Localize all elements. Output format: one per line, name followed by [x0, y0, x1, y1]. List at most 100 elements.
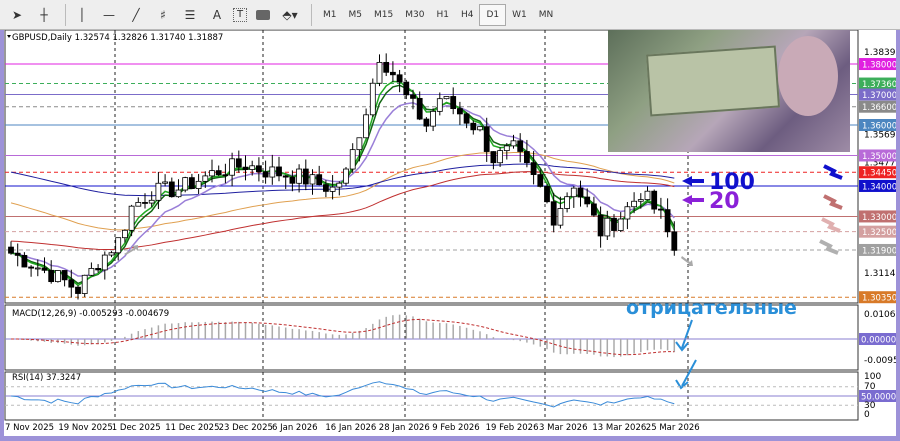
macd-header: MACD(12,26,9) -0.005293 -0.004679 — [12, 309, 169, 319]
time-axis-label: 6 Jan 2026 — [272, 423, 318, 433]
timeframe-h4[interactable]: H4 — [455, 4, 480, 26]
bear-candle — [242, 166, 249, 170]
bull-candle — [497, 150, 504, 164]
bull-candle — [604, 217, 611, 237]
fibo-icon[interactable]: ♯ — [152, 3, 174, 27]
arrow-left-icon — [682, 176, 704, 186]
bull-candle — [376, 61, 383, 84]
bear-candle — [658, 208, 664, 211]
bull-candle — [269, 166, 276, 178]
bear-candle — [289, 176, 296, 184]
bear-candle — [544, 186, 550, 203]
time-axis-label: 13 Mar 2026 — [592, 423, 646, 433]
price-axis-label: 1.31145 — [864, 269, 896, 279]
bull-candle — [128, 205, 135, 231]
rectangle-icon[interactable] — [252, 3, 274, 27]
arrow-right-icon — [823, 194, 843, 210]
bull-candle — [209, 170, 215, 177]
bear-candle — [222, 174, 229, 177]
time-axis-label: 19 Nov 2025 — [58, 423, 112, 433]
bear-candle — [8, 246, 14, 254]
bear-candle — [597, 214, 604, 237]
bull-candle — [108, 252, 115, 256]
price-level-tag-text: 1.35000 — [862, 152, 896, 162]
bear-candle — [671, 231, 678, 251]
bear-candle — [383, 61, 390, 73]
timeframe-h1[interactable]: H1 — [430, 4, 455, 26]
bear-candle — [524, 151, 530, 164]
text-label-icon[interactable]: T — [233, 7, 247, 22]
bull-candle — [570, 187, 577, 198]
timeframe-m5[interactable]: M5 — [343, 4, 369, 26]
bear-candle — [28, 266, 35, 269]
arrow-down-icon — [675, 319, 693, 352]
bear-candle — [490, 151, 497, 164]
bear-candle — [550, 201, 557, 226]
time-axis-label: 28 Jan 2026 — [379, 423, 430, 433]
bull-candle — [101, 254, 108, 271]
bull-candle — [349, 149, 356, 170]
time-axis-label: 9 Feb 2026 — [432, 423, 480, 433]
bear-candle — [316, 174, 323, 186]
rsi-header: RSI(14) 37.3247 — [12, 373, 81, 383]
time-axis-label: 25 Mar 2026 — [646, 423, 700, 433]
shapes-icon[interactable]: ⬘▾ — [279, 3, 301, 27]
price-level-tag-text: 1.37000 — [862, 91, 896, 101]
bear-candle — [530, 162, 537, 175]
bull-candle — [631, 200, 637, 208]
cursor-icon[interactable]: ➤ — [6, 3, 28, 27]
price-level-tag-text: 1.31900 — [862, 246, 896, 256]
bull-candle — [175, 189, 182, 198]
bear-candle — [255, 165, 262, 173]
bull-candle — [637, 199, 644, 202]
moving-average-line — [10, 171, 675, 251]
vertical-line-icon[interactable]: │ — [71, 3, 93, 27]
timeframe-mn[interactable]: MN — [533, 4, 560, 26]
bear-candle — [21, 254, 28, 268]
bull-candle — [135, 202, 142, 207]
trendline-icon[interactable]: ╱ — [125, 3, 147, 27]
bear-candle — [322, 184, 329, 192]
bear-candle — [68, 279, 75, 288]
bull-candle — [624, 206, 631, 220]
bear-candle — [276, 166, 282, 177]
bull-candle — [202, 175, 209, 182]
bull-candle — [155, 182, 162, 201]
bear-candle — [188, 177, 195, 189]
bear-candle — [410, 94, 416, 99]
bear-candle — [75, 286, 81, 294]
time-axis-label: 3 Mar 2026 — [539, 423, 587, 433]
bull-candle — [296, 168, 303, 184]
bull-candle — [229, 158, 236, 176]
collapse-triangle-icon[interactable] — [7, 35, 11, 38]
arrow-right-icon — [821, 217, 841, 233]
arrow-left-icon — [682, 195, 704, 205]
symbol-header: GBPUSD,Daily 1.32574 1.32826 1.31740 1.3… — [12, 33, 223, 43]
bull-candle — [443, 96, 450, 100]
negative-annotation: отрицательные — [626, 297, 797, 319]
price-level-tag-text: 1.36600 — [862, 103, 896, 113]
bear-candle — [95, 268, 101, 271]
price-axis-label: 1.38395 — [864, 48, 896, 58]
bull-candle — [329, 186, 336, 192]
channel-icon[interactable]: ☰ — [179, 3, 201, 27]
timeframe-m30[interactable]: M30 — [399, 4, 430, 26]
bear-candle — [651, 190, 658, 210]
bull-candle — [182, 177, 189, 191]
currency-photo — [608, 30, 850, 152]
crosshair-icon[interactable]: ┼ — [33, 3, 55, 27]
horizontal-line-icon[interactable]: — — [98, 3, 120, 27]
bull-candle — [249, 165, 256, 170]
timeframe-d1[interactable]: D1 — [479, 3, 507, 26]
timeframe-m15[interactable]: M15 — [368, 4, 399, 26]
timeframe-w1[interactable]: W1 — [506, 4, 533, 26]
bull-candle — [336, 182, 343, 188]
timeframe-m1[interactable]: M1 — [317, 4, 343, 26]
chart-window[interactable]: 1.383951.356951.347701.311451.380001.373… — [4, 29, 900, 436]
bear-candle — [470, 122, 477, 131]
bull-candle — [309, 174, 316, 185]
bull-candle — [564, 196, 570, 209]
text-icon[interactable]: A — [206, 3, 228, 27]
bull-candle — [148, 199, 155, 204]
bear-candle — [423, 118, 430, 127]
